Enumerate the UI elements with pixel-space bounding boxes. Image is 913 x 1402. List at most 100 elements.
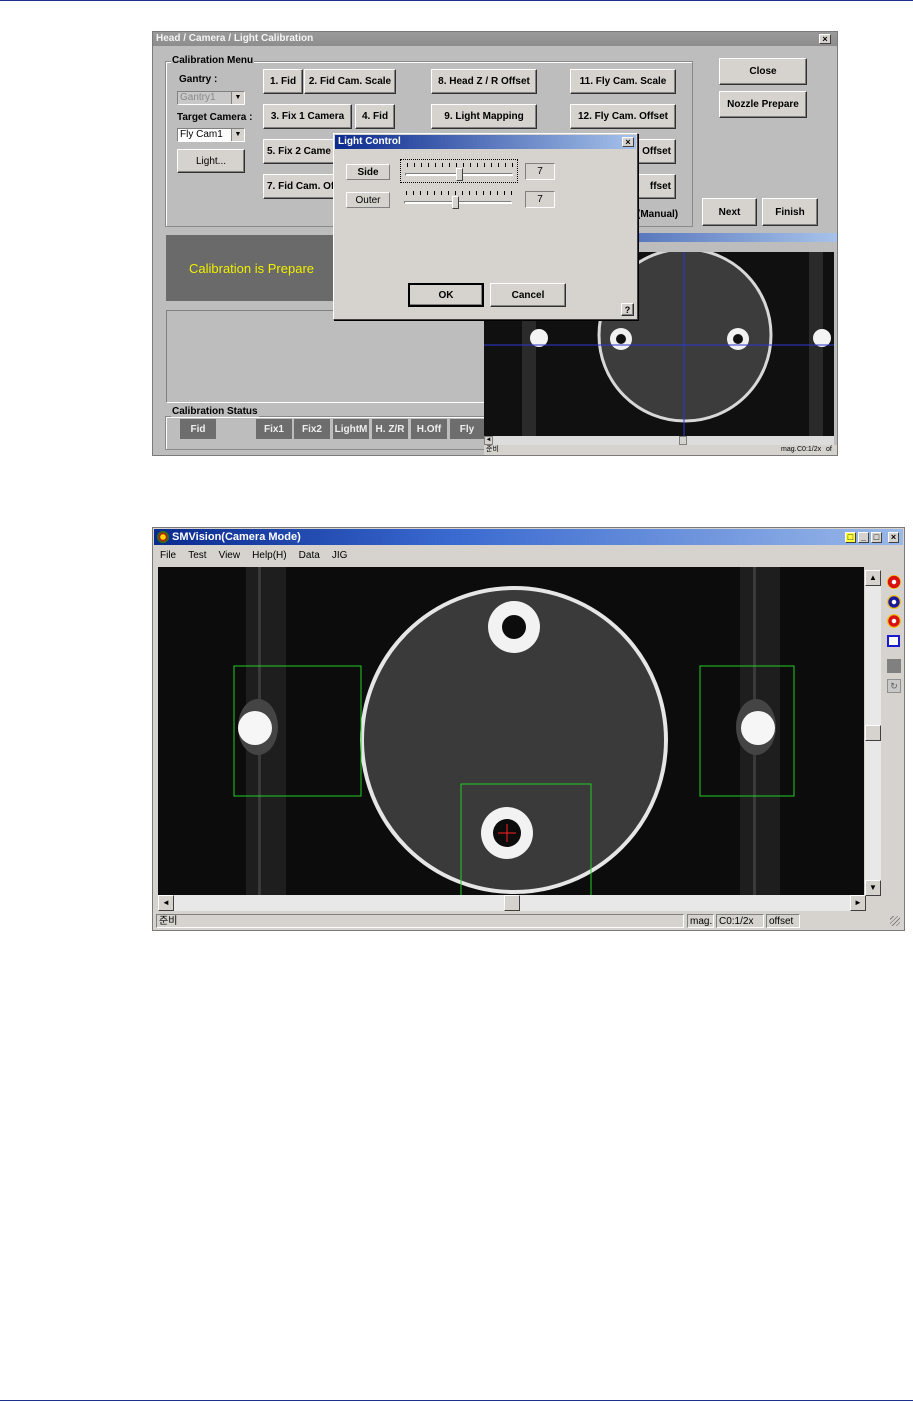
target-camera-select-value: Fly Cam1 xyxy=(180,129,223,140)
fid-4-button[interactable]: 4. Fid xyxy=(355,104,395,129)
gantry-select[interactable]: Gantry1 ▼ xyxy=(177,91,245,105)
embedded-status-extra: of xyxy=(826,446,832,453)
side-value: 7 xyxy=(525,163,555,180)
menu-view[interactable]: View xyxy=(219,550,241,561)
offset-13-button[interactable]: Offset xyxy=(633,139,676,164)
target-camera-label: Target Camera : xyxy=(177,112,253,123)
fly-cam-offset-button[interactable]: 12. Fly Cam. Offset xyxy=(570,104,676,129)
log-panel xyxy=(166,310,486,403)
menu-test[interactable]: Test xyxy=(188,550,206,561)
status-fix1: Fix1 xyxy=(256,419,292,439)
menu-file[interactable]: File xyxy=(160,550,176,561)
menu-help[interactable]: Help(H) xyxy=(252,550,286,561)
light-mapping-button[interactable]: 9. Light Mapping xyxy=(431,104,537,129)
outer-slider-ticks xyxy=(406,191,513,195)
offset-14-button[interactable]: ffset xyxy=(633,174,676,199)
light-button[interactable]: Light... xyxy=(177,149,245,173)
scroll-left-arrow-icon[interactable]: ◄ xyxy=(158,895,174,911)
status-offset: offset xyxy=(766,914,800,928)
embedded-camera-statusbar: 준비 mag. C0:1/2x of xyxy=(484,445,837,455)
chevron-down-icon[interactable]: ▼ xyxy=(231,92,244,104)
fix2-camera-button[interactable]: 5. Fix 2 Came xyxy=(263,139,335,164)
status-zoom: C0:1/2x xyxy=(716,914,764,928)
message-text: Calibration is Prepare xyxy=(189,261,315,276)
calibration-menu-label: Calibration Menu xyxy=(171,55,255,66)
status-fix2: Fix2 xyxy=(294,419,330,439)
embedded-camera-hscroll[interactable]: ◄ xyxy=(484,436,834,445)
horizontal-scroll-thumb[interactable] xyxy=(504,895,520,911)
statusbar: 준비 mag. C0:1/2x offset xyxy=(154,913,903,929)
light-control-close-icon[interactable]: × xyxy=(622,137,634,147)
outer-slider[interactable] xyxy=(400,188,518,212)
fid-button[interactable]: 1. Fid xyxy=(263,69,303,94)
scroll-up-arrow-icon[interactable]: ▲ xyxy=(865,570,881,586)
menu-jig[interactable]: JIG xyxy=(332,550,348,561)
scroll-thumb[interactable] xyxy=(679,436,687,445)
gantry-select-value: Gantry1 xyxy=(180,92,216,103)
status-fid: Fid xyxy=(180,419,216,439)
smvision-titlebar: SMVision(Camera Mode) xyxy=(154,529,903,545)
minimize-icon[interactable]: _ xyxy=(858,532,869,543)
status-lightm: LightM xyxy=(333,419,369,439)
status-mag: mag. xyxy=(687,914,714,928)
side-slider[interactable] xyxy=(400,159,518,183)
zoom-in-icon[interactable] xyxy=(887,575,901,589)
ok-button[interactable]: OK xyxy=(408,283,484,307)
scroll-down-arrow-icon[interactable]: ▼ xyxy=(865,880,881,896)
bottom-rule xyxy=(0,1400,913,1401)
chevron-down-icon[interactable]: ▼ xyxy=(231,129,244,141)
calibration-close-icon[interactable]: × xyxy=(819,34,831,44)
fid-cam-offset-button[interactable]: 7. Fid Cam. Of xyxy=(263,174,335,199)
vertical-scroll-thumb[interactable] xyxy=(865,725,881,741)
top-rule xyxy=(0,0,913,1)
next-button[interactable]: Next xyxy=(702,198,757,226)
app-logo-icon xyxy=(157,531,169,543)
gray-square-icon[interactable] xyxy=(887,659,901,673)
vertical-scrollbar[interactable]: ▲ ▼ xyxy=(865,570,881,896)
calibration-window-titlebar: Head / Camera / Light Calibration xyxy=(153,32,837,46)
zoom-fit-icon[interactable] xyxy=(887,614,901,628)
menu-data[interactable]: Data xyxy=(299,550,320,561)
horizontal-scrollbar[interactable]: ◄ ► xyxy=(158,895,866,911)
restore-icon[interactable]: □ xyxy=(845,532,856,543)
camera-image-svg xyxy=(158,567,864,895)
side-slider-thumb[interactable] xyxy=(456,168,463,181)
smvision-window: SMVision(Camera Mode) □ _ □ × File Test … xyxy=(152,527,905,931)
finish-button[interactable]: Finish xyxy=(762,198,818,226)
status-fly: Fly xyxy=(450,419,484,439)
head-zr-offset-button[interactable]: 8. Head Z / R Offset xyxy=(431,69,537,94)
smvision-title: SMVision(Camera Mode) xyxy=(172,531,301,543)
help-button[interactable]: ? xyxy=(621,303,634,316)
camera-image xyxy=(158,567,864,895)
outer-value: 7 xyxy=(525,191,555,208)
embedded-status-mag: mag. xyxy=(781,446,797,453)
scroll-left-arrow-icon[interactable]: ◄ xyxy=(484,436,493,445)
scroll-right-arrow-icon[interactable]: ► xyxy=(850,895,866,911)
nozzle-prepare-button[interactable]: Nozzle Prepare xyxy=(719,91,807,118)
embedded-status-zoom: C0:1/2x xyxy=(797,446,822,453)
fid-cam-scale-button[interactable]: 2. Fid Cam. Scale xyxy=(304,69,396,94)
calibration-status-label: Calibration Status xyxy=(171,406,259,417)
outer-label: Outer xyxy=(346,192,390,208)
status-head-offset: H.Off xyxy=(411,419,447,439)
gantry-label: Gantry : xyxy=(179,74,218,85)
window-icon[interactable] xyxy=(887,635,900,647)
resize-grip-icon[interactable] xyxy=(890,916,900,926)
target-camera-select[interactable]: Fly Cam1 ▼ xyxy=(177,128,245,142)
status-head-zr: H. Z/R xyxy=(372,419,408,439)
status-left: 준비 xyxy=(156,914,684,928)
refresh-icon[interactable]: ↻ xyxy=(887,679,901,693)
zoom-out-icon[interactable] xyxy=(887,595,901,609)
cancel-button[interactable]: Cancel xyxy=(490,283,566,307)
outer-slider-thumb[interactable] xyxy=(452,196,459,209)
close-icon[interactable]: × xyxy=(888,532,899,543)
fly-cam-scale-button[interactable]: 11. Fly Cam. Scale xyxy=(570,69,676,94)
close-button[interactable]: Close xyxy=(719,58,807,85)
calibration-window-title: Head / Camera / Light Calibration xyxy=(156,33,314,44)
manual-label: (Manual) xyxy=(637,209,679,220)
menubar: File Test View Help(H) Data JIG xyxy=(160,549,356,563)
side-label: Side xyxy=(346,164,390,180)
fix1-camera-button[interactable]: 3. Fix 1 Camera xyxy=(263,104,352,129)
light-control-titlebar: Light Control xyxy=(335,135,636,149)
maximize-icon[interactable]: □ xyxy=(871,532,882,543)
